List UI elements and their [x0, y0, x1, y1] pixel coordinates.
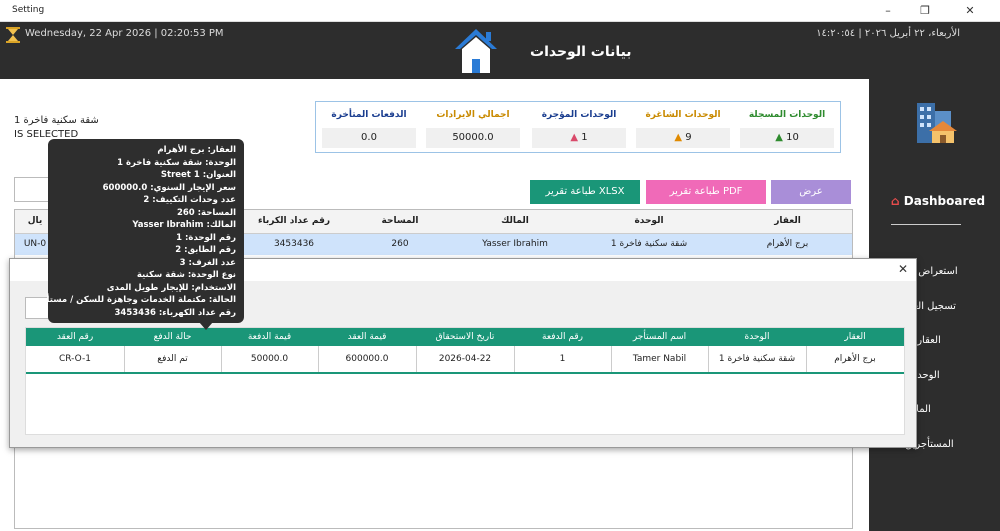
table-cell: 3453436 [273, 239, 315, 249]
table-cell: 50000.0 [250, 354, 289, 364]
app-header: Wednesday, 22 Apr 2026 | 02:20:53 PM الأ… [0, 22, 1000, 79]
stat-value-box: ▲ 9 [636, 128, 730, 148]
tooltip-line: العنوان: 1 Street [160, 170, 236, 180]
dashboard-link[interactable]: ⌂ Dashboared [891, 194, 985, 208]
table-cell: 2026-04-22 [438, 354, 492, 364]
tooltip-arrow [199, 322, 213, 330]
home-icon: ▲ [775, 132, 783, 143]
stat-late-payments: الدفعات المتأخرة 0.0 [322, 108, 416, 150]
stat-label: اجمالي الايرادات [436, 110, 510, 120]
home-icon: ▲ [570, 132, 579, 143]
date-time-en: Wednesday, 22 Apr 2026 | 02:20:53 PM [25, 28, 224, 39]
tooltip-line: الحالة: مكتملة الخدمات وجاهزة للسكن / مس… [35, 295, 236, 305]
column-header[interactable]: المالك [455, 216, 575, 226]
table-cell: 1 [559, 354, 566, 364]
tooltip-line: العقار: برج الأهرام [157, 145, 236, 155]
payments-table-header: العقار الوحدة اسم المستأجر رقم الدفعة تا… [26, 328, 904, 346]
tooltip-line: سعر الإيجار السنوي: 600000.0 [102, 182, 236, 193]
dashboard-label: Dashboared [903, 194, 986, 208]
stat-label: الدفعات المتأخرة [331, 110, 407, 120]
table-cell: CR-O-1 [59, 354, 91, 364]
print-xlsx-button[interactable]: طباعة تقرير XLSX [530, 180, 640, 204]
column-header[interactable]: قيمة العقد [318, 332, 416, 342]
stat-vacant-units: الوحدات الشاغرة ▲ 9 [636, 108, 730, 150]
window-title: Setting [12, 5, 45, 15]
restore-icon[interactable]: ❐ [917, 3, 933, 19]
home-icon [455, 29, 497, 73]
column-header[interactable]: رقم الدفعة [514, 332, 611, 342]
table-cell: 260 [391, 239, 409, 249]
sidebar-divider [891, 224, 961, 225]
page-title: بيانات الوحدات [530, 44, 632, 60]
stat-label: الوحدات المسجلة [748, 110, 826, 120]
date-time-ar: الأربعاء، ٢٢ أبريل ٢٠٢٦ | ١٤:٢٠:٥٤ [816, 28, 960, 39]
column-header[interactable]: رقم العقد [26, 332, 124, 342]
column-header[interactable]: اسم المستأجر [611, 332, 708, 342]
table-cell: برج الأهرام [766, 239, 809, 249]
home-icon: ▲ [674, 132, 683, 143]
table-cell: تم الدفع [157, 354, 188, 364]
column-header[interactable]: حالة الدفع [124, 332, 221, 342]
column-header[interactable]: رقم عداد الكرباء [243, 216, 345, 226]
table-cell: برج الأهرام [834, 354, 876, 364]
stat-label: الوحدات المؤجرة [541, 110, 617, 120]
column-header[interactable]: العقار [806, 332, 904, 342]
stat-value: 9 [685, 132, 692, 143]
stat-value: 50000.0 [426, 128, 520, 148]
column-header[interactable]: قيمة الدفعة [221, 332, 318, 342]
stat-registered-units: الوحدات المسجلة ▲ 10 [740, 108, 834, 150]
tooltip-line: المساحة: 260 [176, 207, 236, 218]
hourglass-icon [6, 27, 20, 43]
column-header[interactable]: الوحدة [575, 216, 723, 226]
payments-table: العقار الوحدة اسم المستأجر رقم الدفعة تا… [25, 327, 905, 435]
stat-value: 10 [786, 132, 799, 143]
tooltip-line: المالك: Yasser Ibrahim [132, 220, 236, 230]
table-cell: شقة سكنية فاخرة 1 [718, 354, 796, 364]
stats-panel: الوحدات المسجلة ▲ 10 الوحدات الشاغرة ▲ 9… [315, 101, 841, 153]
tooltip-line: الاستخدام: للإيجار طويل المدى [106, 282, 236, 293]
tooltip-line: الوحدة: شقة سكنية فاخرة 1 [117, 157, 236, 168]
close-icon[interactable]: ✕ [962, 3, 978, 19]
view-button[interactable]: عرض [771, 180, 851, 204]
column-header[interactable]: المساحة [345, 216, 455, 226]
stat-value: 0.0 [322, 128, 416, 148]
close-icon[interactable]: ✕ [898, 262, 908, 276]
home-small-icon: ⌂ [891, 194, 900, 208]
table-cell: Tamer Nabil [632, 354, 687, 364]
tooltip-line: رقم الطابق: 2 [175, 245, 236, 255]
column-header[interactable]: تاريخ الاستحقاق [416, 332, 514, 342]
stat-value-box: ▲ 10 [740, 128, 834, 148]
table-cell: Yasser Ibrahim [482, 239, 548, 249]
table-cell: 600000.0 [345, 354, 389, 364]
window-titlebar: Setting – ❐ ✕ [0, 0, 1000, 22]
tooltip-line: رقم عداد الكهرباء: 3453436 [114, 307, 236, 318]
stat-value-box: ▲ 1 [532, 128, 626, 148]
minimize-icon[interactable]: – [880, 3, 896, 19]
stat-value: 1 [581, 132, 588, 143]
column-header[interactable]: العقار [723, 216, 852, 226]
tooltip-line: رقم الوحدة: 1 [176, 232, 236, 243]
tooltip-line: عدد الغرف: 3 [179, 257, 236, 268]
stat-rented-units: الوحدات المؤجرة ▲ 1 [532, 108, 626, 150]
table-row[interactable]: برج الأهرام شقة سكنية فاخرة 1 Tamer Nabi… [26, 346, 904, 374]
stat-total-revenue: اجمالي الايرادات 50000.0 [426, 108, 520, 150]
tooltip-line: نوع الوحدة: شقة سكنية [136, 270, 236, 280]
selected-unit-name: شقة سكنية فاخرة 1 [14, 115, 99, 126]
unit-details-tooltip: العقار: برج الأهرام الوحدة: شقة سكنية فا… [35, 139, 244, 330]
stat-label: الوحدات الشاغرة [645, 110, 721, 120]
buildings-logo-icon [917, 103, 957, 143]
column-header[interactable]: الوحدة [708, 332, 806, 342]
table-cell: شقة سكنية فاخرة 1 [610, 239, 688, 249]
tooltip-line: عدد وحدات التكييف: 2 [143, 195, 236, 205]
print-pdf-button[interactable]: طباعة تقرير PDF [646, 180, 766, 204]
